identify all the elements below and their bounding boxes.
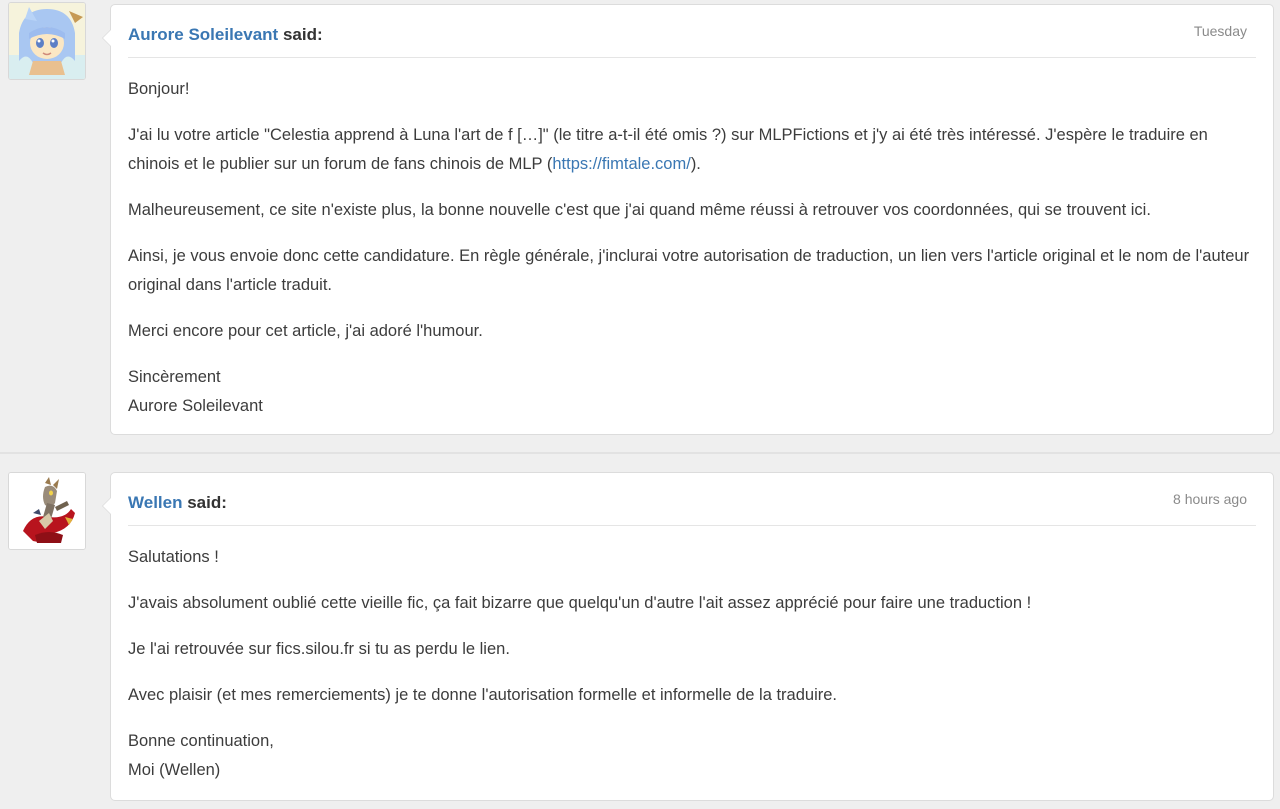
message-thread: Aurore Soleilevant said: Tuesday Bonjour… (0, 0, 1280, 809)
message-header: Wellen said: 8 hours ago (128, 473, 1256, 526)
author-line: Aurore Soleilevant said: (128, 25, 323, 45)
paragraph-text: Ainsi, je vous envoie donc cette candida… (128, 247, 1250, 294)
message-paragraph: Merci encore pour cet article, j'ai ador… (128, 317, 1259, 346)
message-paragraph: Ainsi, je vous envoie donc cette candida… (128, 242, 1259, 300)
author-name-link[interactable]: Aurore Soleilevant (128, 25, 278, 44)
message-paragraph: Je l'ai retrouvée sur fics.silou.fr si t… (128, 635, 1259, 664)
signature-block: Bonne continuation, Moi (Wellen) (128, 727, 1259, 785)
message-paragraph: Malheureusement, ce site n'existe plus, … (128, 196, 1259, 225)
signature-name: Moi (Wellen) (128, 761, 221, 779)
pony-avatar-icon (9, 3, 85, 79)
message-body: Bonjour! J'ai lu votre article "Celestia… (128, 75, 1259, 438)
author-line: Wellen said: (128, 493, 227, 513)
paragraph-text: Merci encore pour cet article, j'ai ador… (128, 322, 483, 340)
paragraph-text: Bonjour! (128, 80, 190, 98)
message-paragraph: Bonjour! (128, 75, 1259, 104)
message-timestamp[interactable]: Tuesday (1194, 23, 1247, 39)
paragraph-text: ). (690, 155, 701, 173)
message-post: Aurore Soleilevant said: Tuesday Bonjour… (0, 0, 1280, 448)
message-paragraph: J'avais absolument oublié cette vieille … (128, 589, 1259, 618)
said-label: said: (282, 25, 323, 44)
message-body: Salutations ! J'avais absolument oublié … (128, 543, 1259, 802)
signature-block: Sincèrement Aurore Soleilevant (128, 363, 1259, 421)
author-name-link[interactable]: Wellen (128, 493, 182, 512)
message-timestamp[interactable]: 8 hours ago (1173, 491, 1247, 507)
signature-closing: Sincèrement (128, 368, 221, 386)
paragraph-text: Malheureusement, ce site n'existe plus, … (128, 201, 1151, 219)
message-header: Aurore Soleilevant said: Tuesday (128, 5, 1256, 58)
fimtale-link[interactable]: https://fimtale.com/ (552, 155, 690, 173)
paragraph-text: Salutations ! (128, 548, 219, 566)
message-paragraph: Salutations ! (128, 543, 1259, 572)
message-paragraph: J'ai lu votre article "Celestia apprend … (128, 121, 1259, 179)
message-bubble: Aurore Soleilevant said: Tuesday Bonjour… (102, 4, 1274, 438)
message-paragraph: Avec plaisir (et mes remerciements) je t… (128, 681, 1259, 710)
paragraph-text: Je l'ai retrouvée sur fics.silou.fr si t… (128, 640, 510, 658)
author-avatar[interactable] (8, 2, 86, 80)
message-post: Wellen said: 8 hours ago Salutations ! J… (0, 456, 1280, 809)
paragraph-text: Avec plaisir (et mes remerciements) je t… (128, 686, 837, 704)
post-divider (0, 452, 1280, 454)
author-avatar[interactable] (8, 472, 86, 550)
discord-avatar-icon (9, 473, 85, 549)
paragraph-text: J'avais absolument oublié cette vieille … (128, 594, 1032, 612)
said-label: said: (187, 493, 227, 512)
signature-name: Aurore Soleilevant (128, 397, 263, 415)
message-bubble: Wellen said: 8 hours ago Salutations ! J… (102, 472, 1274, 802)
signature-closing: Bonne continuation, (128, 732, 274, 750)
